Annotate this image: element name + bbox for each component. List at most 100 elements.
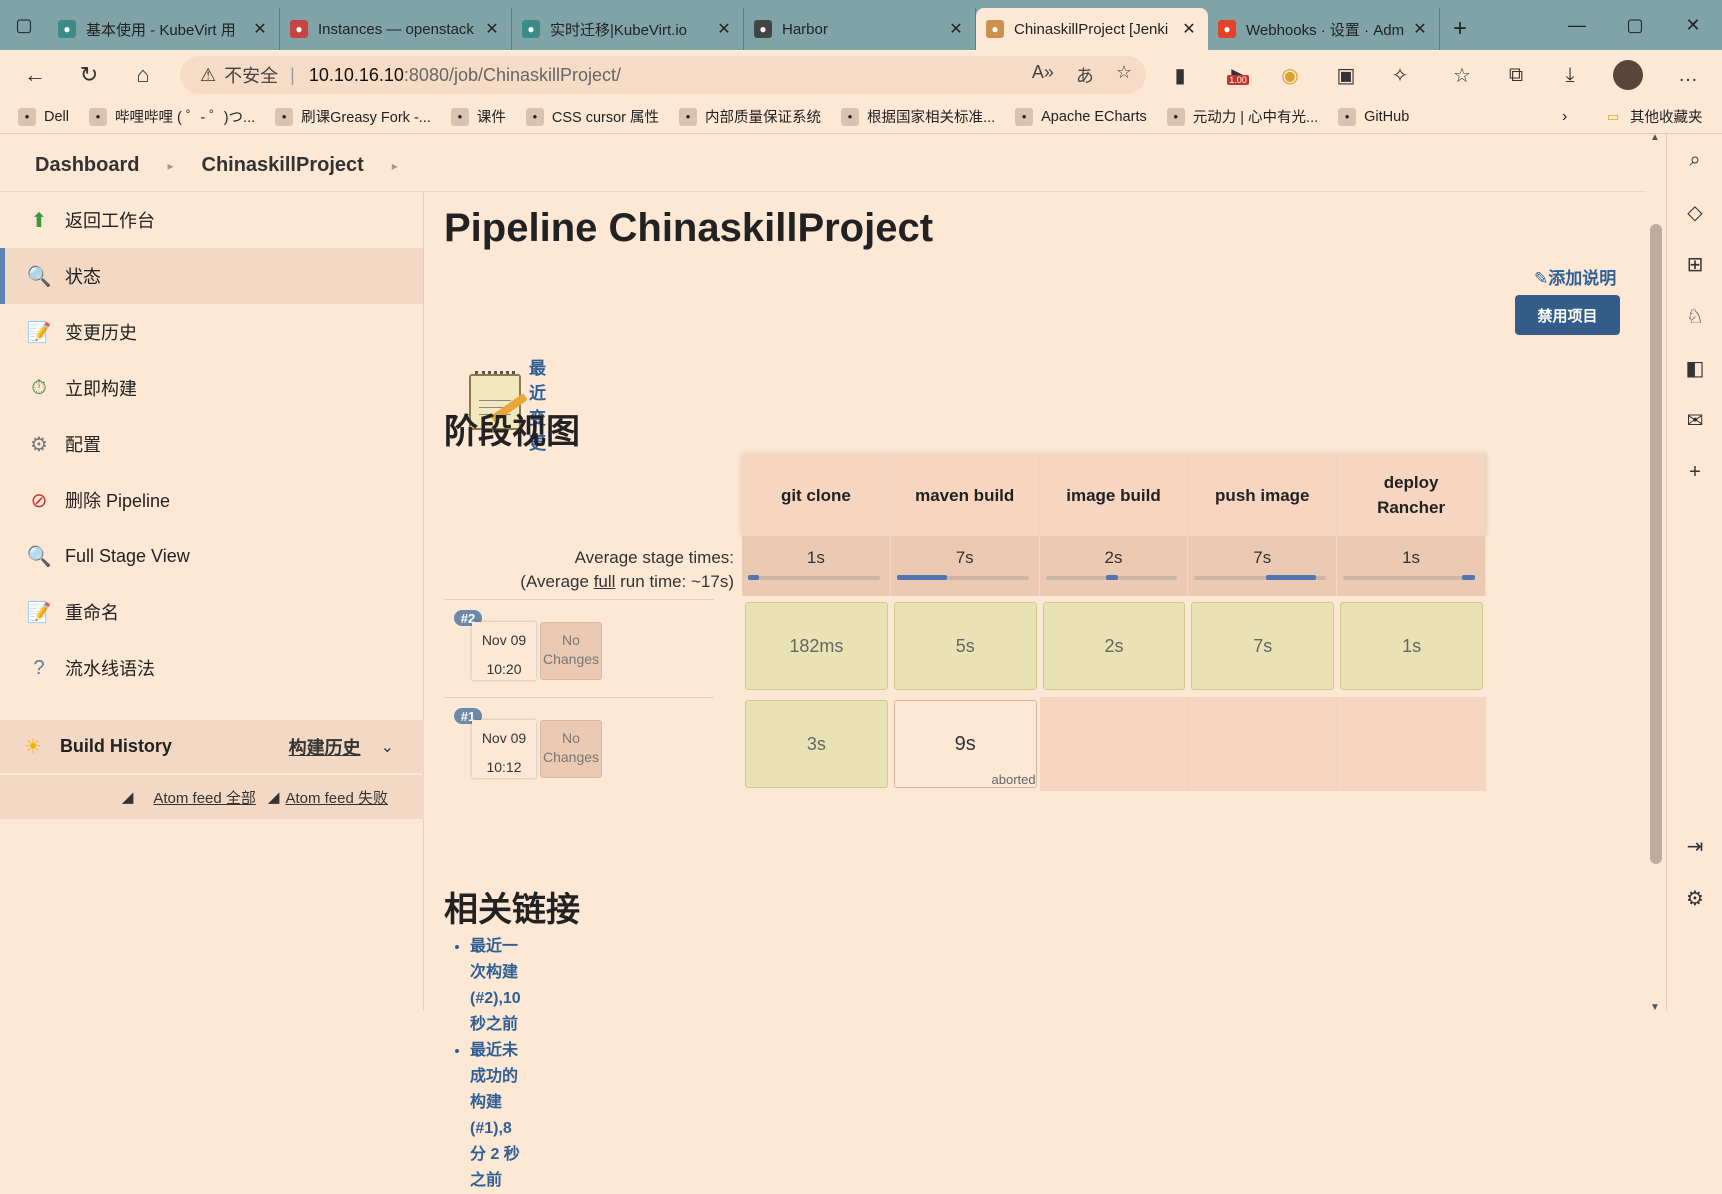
changes-box[interactable]: No Changes bbox=[540, 622, 602, 680]
stage-cell-duration: 1s bbox=[1340, 602, 1483, 690]
minimize-icon[interactable]: — bbox=[1548, 0, 1606, 50]
tab-4[interactable]: ● Harbor ✕ bbox=[744, 8, 976, 50]
back-icon[interactable]: ← bbox=[8, 50, 62, 100]
tab-actions-icon[interactable]: ▢ bbox=[0, 0, 48, 50]
address-bar[interactable]: ⚠ 不安全 | 10.10.16.10:8080/job/ChinaskillP… bbox=[180, 56, 1146, 94]
games-icon[interactable]: ♘ bbox=[1667, 290, 1722, 342]
atom-feed-failed-link[interactable]: Atom feed 失败 bbox=[285, 787, 388, 808]
average-time-value: 1s bbox=[1402, 548, 1421, 567]
changes-box[interactable]: No Changes bbox=[540, 720, 602, 778]
add-description-link[interactable]: ✎添加说明 bbox=[1534, 264, 1616, 289]
page-scrollbar[interactable]: ▲ ▼ bbox=[1646, 132, 1666, 1013]
add-icon[interactable]: + bbox=[1667, 446, 1722, 498]
tab-2[interactable]: ● Instances — openstack ✕ bbox=[280, 8, 512, 50]
hide-sidebar-icon[interactable]: ⇥ bbox=[1667, 820, 1722, 872]
collections-icon[interactable]: ⧉ bbox=[1496, 50, 1536, 100]
sidebar-item-2[interactable]: 🔍 状态 bbox=[0, 248, 423, 304]
settings-icon[interactable]: ⚙ bbox=[1667, 872, 1722, 924]
bookmark-item[interactable]: • 根据国家相关标准... bbox=[841, 106, 995, 127]
disable-project-button[interactable]: 禁用项目 bbox=[1515, 295, 1620, 335]
close-icon[interactable]: ✕ bbox=[1411, 19, 1429, 39]
sidebar-item-8[interactable]: 📝 重命名 bbox=[0, 584, 423, 640]
more-menu-icon[interactable]: … bbox=[1664, 50, 1712, 100]
atom-feed-all-link[interactable]: Atom feed 全部 bbox=[153, 787, 256, 808]
maximize-icon[interactable]: ▢ bbox=[1606, 0, 1664, 50]
bookmark-item[interactable]: • 元动力 | 心中有光... bbox=[1166, 106, 1318, 127]
average-time-bar bbox=[748, 575, 880, 580]
favorites-icon[interactable]: ☆ bbox=[1442, 50, 1482, 100]
toolbox-icon[interactable]: ⊞ bbox=[1667, 238, 1722, 290]
sidebar-item-3[interactable]: 📝 变更历史 bbox=[0, 304, 423, 360]
sidebar-item-4[interactable]: ⏱ 立即构建 bbox=[0, 360, 423, 416]
close-icon[interactable]: ✕ bbox=[251, 19, 269, 39]
sidebar-item-7[interactable]: 🔍 Full Stage View bbox=[0, 528, 423, 584]
breadcrumb-menu-icon[interactable]: ▸ bbox=[392, 159, 398, 173]
build-date[interactable]: Nov 09 10:12 bbox=[472, 720, 536, 778]
bookmark-label: GitHub bbox=[1364, 108, 1410, 125]
extensions-icon[interactable]: ✧ bbox=[1380, 50, 1420, 100]
extension-game-icon[interactable]: ▣ bbox=[1326, 50, 1366, 100]
stage-cell[interactable]: 1s bbox=[1337, 599, 1486, 693]
scroll-up-icon[interactable]: ▲ bbox=[1650, 132, 1660, 143]
sidebar-item-5[interactable]: ⚙ 配置 bbox=[0, 416, 423, 472]
bookmark-item[interactable]: • GitHub bbox=[1338, 107, 1410, 126]
echarts-icon: • bbox=[1015, 107, 1034, 126]
stage-cell[interactable]: 5s bbox=[891, 599, 1040, 693]
full-run-link[interactable]: full bbox=[594, 572, 616, 591]
chevron-down-icon[interactable]: ⌄ bbox=[381, 737, 394, 757]
breadcrumb-dashboard[interactable]: Dashboard bbox=[35, 154, 139, 177]
sidebar-item-6[interactable]: ⊘ 删除 Pipeline bbox=[0, 472, 423, 528]
stage-cell[interactable]: 7s bbox=[1188, 599, 1337, 693]
reader-icon[interactable]: ▮ bbox=[1160, 50, 1200, 100]
translate-icon[interactable]: あ bbox=[1076, 62, 1094, 88]
tab-title: ChinaskillProject [Jenki bbox=[1014, 20, 1169, 38]
average-time-bar-fill bbox=[1106, 575, 1119, 580]
bookmark-item[interactable]: • 刷课Greasy Fork -... bbox=[275, 106, 431, 127]
breadcrumb-project[interactable]: ChinaskillProject bbox=[202, 154, 364, 177]
stage-cell[interactable]: 182ms bbox=[742, 599, 891, 693]
new-tab-button[interactable]: + bbox=[1440, 8, 1480, 50]
bookmark-item[interactable]: • CSS cursor 属性 bbox=[525, 106, 659, 127]
sidebar-item-9[interactable]: ? 流水线语法 bbox=[0, 640, 423, 696]
download-icon[interactable]: ⤓ bbox=[1550, 50, 1590, 100]
build-date-time: 10:20 bbox=[486, 661, 522, 677]
extension-icon[interactable]: ◉ bbox=[1270, 50, 1310, 100]
related-link[interactable]: 最近未成功的构建(#1),8 分 2 秒之前 bbox=[470, 1038, 521, 1194]
bookmark-item[interactable]: • 内部质量保证系统 bbox=[679, 106, 821, 127]
tab-5[interactable]: ● ChinaskillProject [Jenki ✕ bbox=[976, 8, 1208, 50]
extension-badge-icon[interactable]: ▶1.00 bbox=[1214, 50, 1264, 100]
tab-6[interactable]: ● Webhooks · 设置 · Adm ✕ bbox=[1208, 8, 1440, 50]
profile-avatar[interactable] bbox=[1608, 50, 1648, 100]
bookmark-item[interactable]: • 课件 bbox=[450, 106, 506, 127]
bookmark-item[interactable]: • Dell bbox=[18, 107, 69, 126]
close-window-icon[interactable]: ✕ bbox=[1664, 0, 1722, 50]
stage-cell[interactable]: 3s bbox=[742, 697, 891, 791]
close-icon[interactable]: ✕ bbox=[483, 19, 501, 39]
build-date[interactable]: Nov 09 10:20 bbox=[472, 622, 536, 680]
office-icon[interactable]: ◧ bbox=[1667, 342, 1722, 394]
related-link[interactable]: 最近一次构建(#2),10 秒之前 bbox=[470, 934, 521, 1038]
read-aloud-icon[interactable]: A» bbox=[1032, 62, 1054, 88]
build-history-link[interactable]: 构建历史 bbox=[289, 734, 361, 760]
chevron-right-icon[interactable]: › bbox=[1562, 108, 1567, 126]
refresh-icon[interactable]: ↻ bbox=[62, 50, 116, 100]
stage-cell[interactable]: 2s bbox=[1040, 599, 1189, 693]
scroll-down-icon[interactable]: ▼ bbox=[1650, 1002, 1660, 1013]
close-icon[interactable]: ✕ bbox=[947, 19, 965, 39]
stage-cell[interactable]: 9s aborted bbox=[891, 697, 1040, 791]
outlook-icon[interactable]: ✉ bbox=[1667, 394, 1722, 446]
browser-toolbar: ← ↻ ⌂ ⚠ 不安全 | 10.10.16.10:8080/job/China… bbox=[0, 50, 1722, 100]
close-icon[interactable]: ✕ bbox=[1180, 19, 1198, 39]
close-icon[interactable]: ✕ bbox=[715, 19, 733, 39]
scroll-thumb[interactable] bbox=[1650, 224, 1662, 864]
search-icon[interactable]: ⌕ bbox=[1667, 134, 1722, 186]
tab-1[interactable]: ● 基本使用 - KubeVirt 用 ✕ bbox=[48, 8, 280, 50]
tab-3[interactable]: ● 实时迁移|KubeVirt.io ✕ bbox=[512, 8, 744, 50]
add-favorite-icon[interactable]: ☆ bbox=[1116, 62, 1132, 88]
tag-icon[interactable]: ◇ bbox=[1667, 186, 1722, 238]
other-bookmarks[interactable]: ▭ 其他收藏夹 bbox=[1604, 106, 1703, 127]
sidebar-item-1[interactable]: ⬆ 返回工作台 bbox=[0, 192, 423, 248]
bookmark-item[interactable]: • 哔哩哔哩 ( ゜- ゜)つ... bbox=[88, 106, 255, 127]
bookmark-item[interactable]: • Apache ECharts bbox=[1015, 107, 1147, 126]
home-icon[interactable]: ⌂ bbox=[116, 50, 170, 100]
